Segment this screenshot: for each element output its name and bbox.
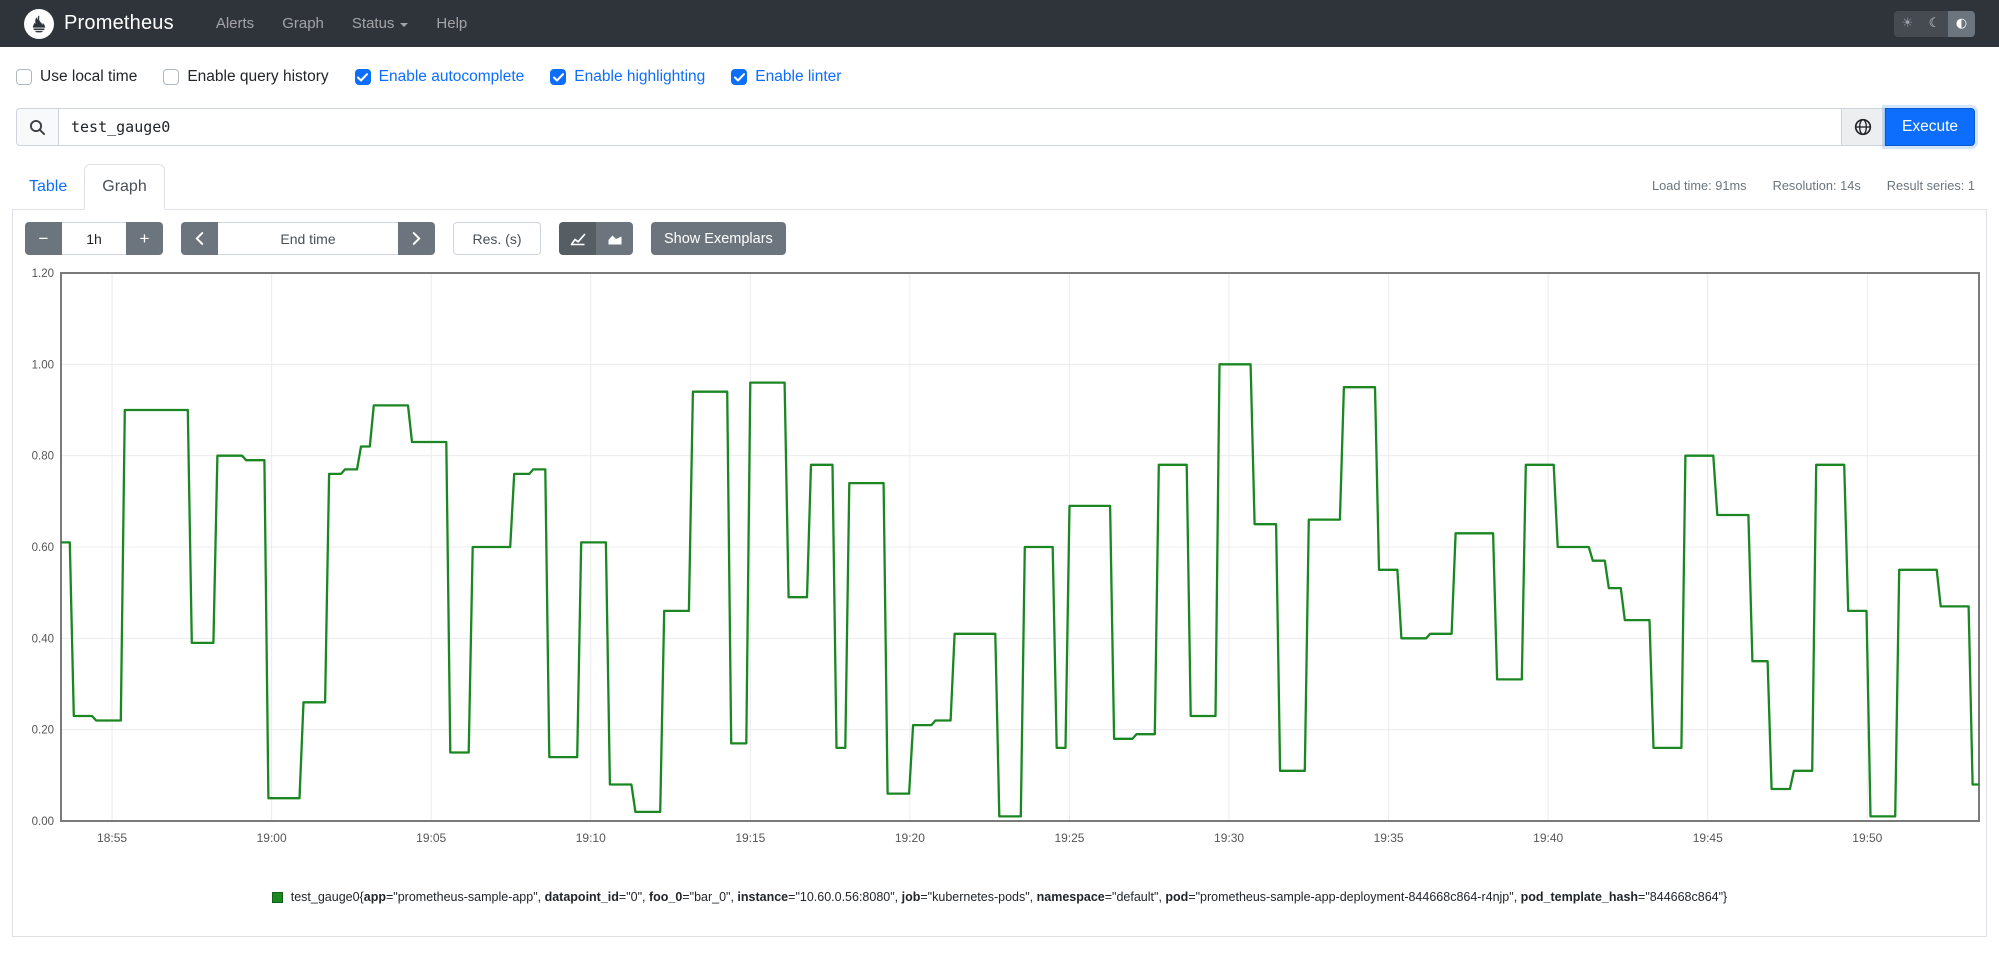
stacked-chart-icon-button[interactable] — [596, 222, 633, 255]
stat-resolution: Resolution: 14s — [1772, 178, 1861, 193]
tab-table[interactable]: Table — [12, 165, 84, 209]
x-axis-tick-label: 19:45 — [1693, 831, 1723, 845]
x-axis-tick-label: 19:30 — [1214, 831, 1244, 845]
range-control: − + — [25, 222, 163, 255]
show-exemplars-button[interactable]: Show Exemplars — [651, 222, 786, 255]
checkbox-checked-icon[interactable] — [731, 69, 748, 85]
stat-result-series: Result series: 1 — [1886, 178, 1975, 193]
graph-panel: − + Show Exemplars 0.00 0.20 0.40 0.60 0.80 1… — [12, 210, 1987, 937]
navbar: Prometheus Alerts Graph Status Help ☀ ☾ ◐ — [0, 0, 1999, 47]
option-enable-autocomplete[interactable]: Enable autocomplete — [354, 68, 525, 86]
x-axis-tick-label: 19:00 — [257, 831, 287, 845]
main-nav: Alerts Graph Status Help — [202, 0, 481, 47]
range-decrease-button[interactable]: − — [25, 222, 62, 255]
y-axis-tick-label: 0.40 — [32, 633, 54, 645]
checkbox-unchecked-icon[interactable] — [163, 69, 180, 85]
graph-controls: − + Show Exemplars — [13, 222, 1986, 255]
theme-toggle-group: ☀ ☾ ◐ — [1894, 10, 1975, 37]
metrics-explorer-globe-button[interactable] — [1841, 108, 1885, 146]
x-axis-tick-label: 19:35 — [1374, 831, 1404, 845]
x-axis-tick-label: 19:05 — [416, 831, 446, 845]
range-increase-button[interactable]: + — [126, 222, 163, 255]
half-circle-icon[interactable]: ◐ — [1948, 10, 1975, 37]
y-axis-tick-label: 0.20 — [32, 725, 54, 737]
time-back-button[interactable] — [181, 222, 218, 255]
series-line — [61, 363, 1979, 818]
search-icon — [16, 108, 58, 146]
option-enable-query-history[interactable]: Enable query history — [163, 68, 329, 86]
line-chart-icon-button[interactable] — [559, 222, 596, 255]
option-enable-highlighting[interactable]: Enable highlighting — [550, 68, 705, 86]
checkbox-unchecked-icon[interactable] — [16, 69, 32, 85]
nav-item-help[interactable]: Help — [422, 15, 481, 32]
option-label: Enable query history — [187, 68, 329, 85]
query-options-row: Use local time Enable query history Enable… — [0, 47, 1999, 86]
stat-load-time: Load time: 91ms — [1651, 178, 1747, 193]
option-label: Use local time — [40, 68, 138, 85]
x-axis-tick-label: 19:15 — [735, 831, 765, 845]
query-stats: Load time: 91ms Resolution: 14s Result s… — [1652, 178, 1987, 209]
sun-icon[interactable]: ☀ — [1894, 10, 1921, 37]
chevron-down-icon — [400, 22, 409, 27]
option-enable-linter[interactable]: Enable linter — [731, 68, 841, 86]
resolution-input[interactable] — [453, 222, 541, 255]
nav-item-alerts[interactable]: Alerts — [202, 15, 268, 32]
series-color-swatch — [271, 891, 283, 903]
graph-canvas[interactable]: 0.00 0.20 0.40 0.60 0.80 1.00 1.20 18:55 19:00 19… — [25, 263, 1996, 863]
range-input[interactable] — [62, 222, 126, 255]
query-bar: Execute — [16, 108, 1975, 146]
x-axis-tick-label: 19:10 — [576, 831, 606, 845]
app-title: Prometheus — [64, 12, 174, 34]
x-axis-tick-label: 19:25 — [1054, 831, 1084, 845]
x-axis-tick-label: 19:40 — [1533, 831, 1563, 845]
option-label: Enable linter — [755, 68, 842, 85]
nav-item-status[interactable]: Status — [338, 15, 423, 32]
query-expression-input[interactable] — [58, 108, 1841, 146]
end-time-input[interactable] — [218, 222, 398, 255]
x-axis-tick-label: 19:20 — [895, 831, 925, 845]
moon-icon[interactable]: ☾ — [1921, 10, 1948, 37]
time-forward-button[interactable] — [398, 222, 435, 255]
prometheus-brand[interactable]: Prometheus — [24, 8, 174, 39]
prometheus-logo-icon — [24, 8, 54, 39]
y-axis-tick-label: 1.00 — [32, 359, 54, 371]
series-label: test_gauge0{app="prometheus-sample-app",… — [290, 890, 1728, 904]
checkbox-checked-icon[interactable] — [354, 69, 371, 85]
legend-item[interactable]: test_gauge0{app="prometheus-sample-app",… — [13, 890, 1986, 904]
x-axis-tick-label: 19:50 — [1852, 831, 1882, 845]
y-axis-tick-label: 0.60 — [32, 542, 54, 554]
option-use-local-time[interactable]: Use local time — [16, 68, 137, 86]
checkbox-checked-icon[interactable] — [550, 69, 567, 85]
option-label: Enable autocomplete — [378, 68, 525, 85]
y-axis-tick-label: 0.00 — [32, 816, 54, 828]
x-axis-tick-label: 18:55 — [97, 831, 127, 845]
y-axis-tick-label: 1.20 — [32, 268, 54, 280]
result-tabs: Table Graph Load time: 91ms Resolution: … — [12, 164, 1987, 210]
option-label: Enable highlighting — [574, 68, 706, 85]
end-time-control — [181, 222, 435, 255]
nav-item-graph[interactable]: Graph — [268, 15, 338, 32]
execute-button[interactable]: Execute — [1885, 108, 1975, 146]
chart-type-toggle — [559, 222, 633, 255]
tab-graph[interactable]: Graph — [84, 164, 165, 210]
y-axis-tick-label: 0.80 — [32, 451, 54, 463]
